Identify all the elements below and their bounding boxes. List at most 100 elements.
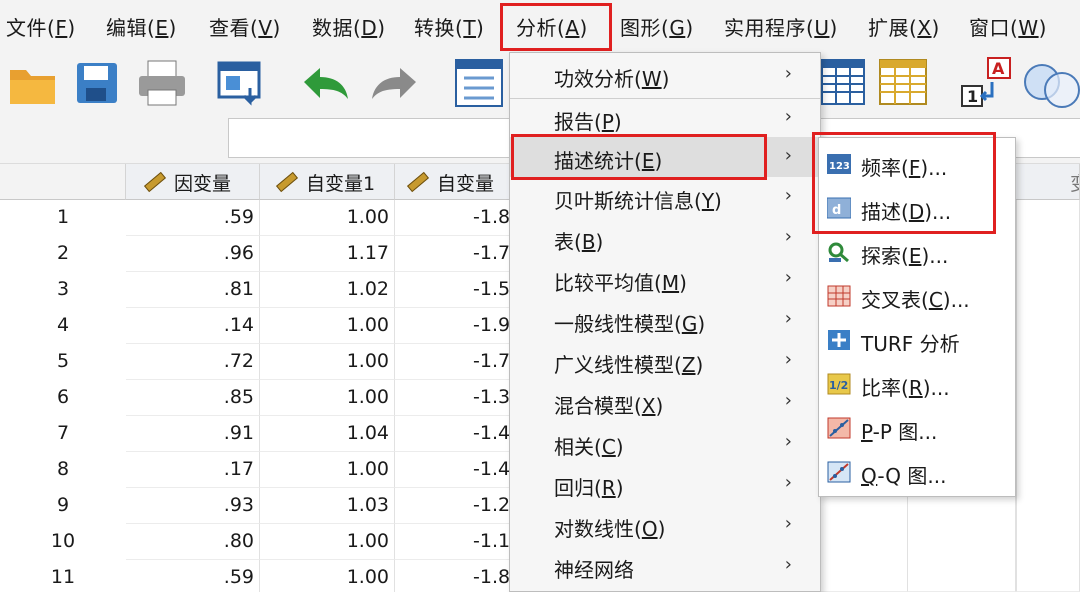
row-number[interactable]: 11 bbox=[0, 560, 126, 592]
cell-dependent[interactable]: .59 bbox=[126, 560, 260, 592]
cell-independent-1[interactable]: 1.17 bbox=[260, 236, 395, 272]
menu-file[interactable]: 文件(F) bbox=[6, 12, 76, 41]
empty-cell[interactable] bbox=[908, 497, 1016, 592]
variables-grid-icon[interactable] bbox=[820, 58, 866, 106]
cell-independent-1[interactable]: 1.00 bbox=[260, 380, 395, 416]
row-number[interactable]: 6 bbox=[0, 380, 126, 416]
cell-independent-1[interactable]: 1.00 bbox=[260, 200, 395, 236]
menu-graphs[interactable]: 图形(G) bbox=[620, 12, 694, 41]
chevron-right-icon: › bbox=[784, 472, 792, 493]
cell-dependent[interactable]: .80 bbox=[126, 524, 260, 560]
cell-independent-1[interactable]: 1.00 bbox=[260, 524, 395, 560]
save-icon[interactable] bbox=[74, 60, 120, 106]
submenu-item-qq-plots[interactable]: Q-Q 图... bbox=[819, 450, 1015, 494]
explore-icon bbox=[828, 242, 849, 263]
menu-transform[interactable]: 转换(T) bbox=[414, 12, 484, 41]
goto-case-icon[interactable] bbox=[454, 58, 504, 108]
submenu-item-crosstabs[interactable]: 交叉表(C)... bbox=[819, 274, 1015, 318]
menu-item-neural-networks[interactable]: 神经网络 › bbox=[510, 546, 820, 586]
cell-independent-2[interactable]: -1.7 bbox=[395, 236, 510, 272]
submenu-item-ratio[interactable]: 1/2 比率(R)... bbox=[819, 362, 1015, 406]
menu-item-correlate[interactable]: 相关(C) › bbox=[510, 423, 820, 463]
cell-dependent[interactable]: .91 bbox=[126, 416, 260, 452]
cell-independent-1[interactable]: 1.00 bbox=[260, 344, 395, 380]
cell-independent-2[interactable]: -1.1 bbox=[395, 524, 510, 560]
column-header-independent-1[interactable]: 自变量1 bbox=[260, 164, 395, 200]
menu-window[interactable]: 窗口(W) bbox=[969, 12, 1047, 41]
recall-dialog-icon[interactable] bbox=[216, 60, 268, 108]
cell-dependent[interactable]: .96 bbox=[126, 236, 260, 272]
cell-independent-2[interactable]: -1.7 bbox=[395, 344, 510, 380]
chevron-right-icon: › bbox=[784, 145, 792, 166]
redo-icon[interactable] bbox=[368, 64, 424, 104]
menu-item-regression[interactable]: 回归(R) › bbox=[510, 464, 820, 504]
menu-edit[interactable]: 编辑(E) bbox=[106, 12, 177, 41]
row-number[interactable]: 1 bbox=[0, 200, 126, 236]
row-number[interactable]: 2 bbox=[0, 236, 126, 272]
use-sets-icon[interactable] bbox=[1022, 56, 1080, 110]
analyze-menu: 功效分析(W) › 报告(P) › 描述统计(E) › 贝叶斯统计信息(Y) › 表(B… bbox=[509, 52, 821, 592]
svg-text:A: A bbox=[992, 59, 1005, 78]
submenu-item-explore[interactable]: 探索(E)... bbox=[819, 230, 1015, 274]
menu-item-loglinear[interactable]: 对数线性(O) › bbox=[510, 505, 820, 545]
cell-independent-2[interactable]: -1.2 bbox=[395, 488, 510, 524]
split-file-icon[interactable] bbox=[878, 58, 928, 106]
chevron-right-icon: › bbox=[784, 106, 792, 127]
cell-independent-2[interactable]: -1.8 bbox=[395, 200, 510, 236]
cell-dependent[interactable]: .81 bbox=[126, 272, 260, 308]
cell-independent-1[interactable]: 1.02 bbox=[260, 272, 395, 308]
value-labels-icon[interactable]: A 1 bbox=[958, 56, 1018, 108]
chevron-right-icon: › bbox=[784, 390, 792, 411]
row-number[interactable]: 7 bbox=[0, 416, 126, 452]
cell-independent-1[interactable]: 1.04 bbox=[260, 416, 395, 452]
empty-cell[interactable] bbox=[818, 497, 908, 592]
cell-independent-2[interactable]: -1.4 bbox=[395, 416, 510, 452]
cell-dependent[interactable]: .72 bbox=[126, 344, 260, 380]
cell-independent-2[interactable]: -1.3 bbox=[395, 380, 510, 416]
menu-item-compare-means[interactable]: 比较平均值(M) › bbox=[510, 259, 820, 299]
menu-view[interactable]: 查看(V) bbox=[209, 12, 281, 41]
menu-item-generalized-linear-models[interactable]: 广义线性模型(Z) › bbox=[510, 341, 820, 381]
undo-icon[interactable] bbox=[296, 64, 352, 104]
menu-extensions[interactable]: 扩展(X) bbox=[868, 12, 940, 41]
menu-item-mixed-models[interactable]: 混合模型(X) › bbox=[510, 382, 820, 422]
row-number[interactable]: 10 bbox=[0, 524, 126, 560]
cell-dependent[interactable]: .85 bbox=[126, 380, 260, 416]
open-folder-icon[interactable] bbox=[8, 60, 58, 106]
row-number[interactable]: 4 bbox=[0, 308, 126, 344]
analyze-highlight-box bbox=[500, 3, 612, 51]
cell-independent-2[interactable]: -1.9 bbox=[395, 308, 510, 344]
cell-independent-2[interactable]: -1.8 bbox=[395, 560, 510, 592]
menu-item-power-analysis[interactable]: 功效分析(W) › bbox=[510, 55, 820, 95]
column-header-independent-2[interactable]: 自变量 bbox=[395, 164, 510, 200]
row-number[interactable]: 8 bbox=[0, 452, 126, 488]
empty-column[interactable] bbox=[1016, 200, 1080, 592]
row-number[interactable]: 3 bbox=[0, 272, 126, 308]
cell-independent-1[interactable]: 1.00 bbox=[260, 452, 395, 488]
menu-item-general-linear-model[interactable]: 一般线性模型(G) › bbox=[510, 300, 820, 340]
cell-independent-1[interactable]: 1.03 bbox=[260, 488, 395, 524]
menu-data[interactable]: 数据(D) bbox=[312, 12, 386, 41]
row-number[interactable]: 5 bbox=[0, 344, 126, 380]
cell-dependent[interactable]: .93 bbox=[126, 488, 260, 524]
submenu-item-pp-plots[interactable]: P-P 图... bbox=[819, 406, 1015, 450]
cell-dependent[interactable]: .14 bbox=[126, 308, 260, 344]
row-header-corner bbox=[0, 164, 126, 200]
scale-measure-icon bbox=[276, 171, 298, 192]
column-header-next[interactable]: 变 bbox=[1016, 164, 1080, 200]
menu-utilities[interactable]: 实用程序(U) bbox=[724, 12, 838, 41]
cell-independent-2[interactable]: -1.4 bbox=[395, 452, 510, 488]
cell-independent-1[interactable]: 1.00 bbox=[260, 560, 395, 592]
menu-item-bayesian-statistics[interactable]: 贝叶斯统计信息(Y) › bbox=[510, 177, 820, 217]
cell-dependent[interactable]: .59 bbox=[126, 200, 260, 236]
column-header-dependent[interactable]: 因变量 bbox=[126, 164, 260, 200]
cell-independent-1[interactable]: 1.00 bbox=[260, 308, 395, 344]
row-number[interactable]: 9 bbox=[0, 488, 126, 524]
print-icon[interactable] bbox=[136, 58, 188, 108]
menu-item-tables[interactable]: 表(B) › bbox=[510, 218, 820, 258]
cell-independent-2[interactable]: -1.5 bbox=[395, 272, 510, 308]
cell-dependent[interactable]: .17 bbox=[126, 452, 260, 488]
menu-item-reports[interactable]: 报告(P) › bbox=[510, 98, 820, 138]
frequencies-descriptives-highlight-box bbox=[812, 132, 996, 234]
submenu-item-turf-analysis[interactable]: TURF 分析 bbox=[819, 318, 1015, 362]
